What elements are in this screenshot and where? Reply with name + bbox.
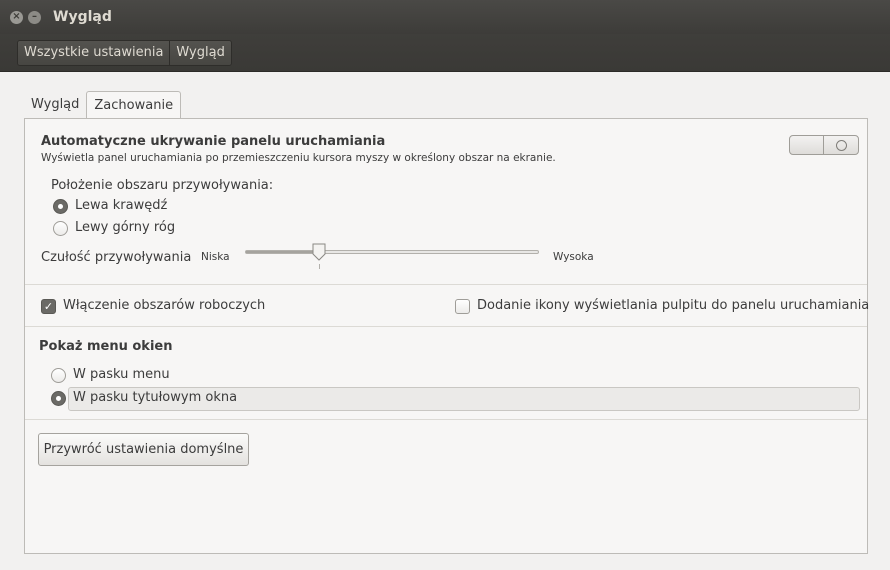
sensitivity-label: Czułość przywoływania <box>41 250 192 265</box>
autohide-switch[interactable] <box>789 135 859 155</box>
breadcrumb-all-settings[interactable]: Wszystkie ustawienia <box>18 40 170 65</box>
switch-off-icon <box>823 136 858 154</box>
slider-mark <box>319 264 320 269</box>
radio-title-bar-label[interactable]: W pasku tytułowym okna <box>73 390 237 405</box>
window-menus-title: Pokaż menu okien <box>39 339 173 354</box>
radio-menu-bar-label[interactable]: W pasku menu <box>73 367 170 382</box>
radio-title-bar[interactable] <box>51 391 66 406</box>
workspaces-label[interactable]: Włączenie obszarów roboczych <box>63 298 265 313</box>
desktop-icon-checkbox[interactable] <box>455 299 470 314</box>
autohide-title: Automatyczne ukrywanie panelu uruchamian… <box>41 134 386 149</box>
divider <box>25 326 867 327</box>
radio-top-left-corner[interactable] <box>53 221 68 236</box>
slider-handle-icon[interactable] <box>312 243 326 261</box>
breadcrumb-appearance[interactable]: Wygląd <box>169 40 231 65</box>
radio-left-edge-label[interactable]: Lewa krawędź <box>75 198 167 213</box>
tab-appearance[interactable]: Wygląd <box>24 91 86 118</box>
sensitivity-high-label: Wysoka <box>553 251 594 263</box>
desktop-icon-label[interactable]: Dodanie ikony wyświetlania pulpitu do pa… <box>477 298 869 313</box>
slider-fill <box>246 251 320 253</box>
radio-menu-bar[interactable] <box>51 368 66 383</box>
close-icon[interactable]: × <box>10 10 23 24</box>
tab-behavior[interactable]: Zachowanie <box>86 91 182 119</box>
window-titlebar: × – Wygląd <box>0 0 890 34</box>
breadcrumb: Wszystkie ustawienia Wygląd <box>17 39 232 66</box>
window-title: Wygląd <box>53 9 112 25</box>
reveal-location-label: Położenie obszaru przywoływania: <box>51 178 274 193</box>
tab-bar: Wygląd Zachowanie <box>24 91 182 119</box>
sensitivity-low-label: Niska <box>201 251 230 263</box>
settings-panel: Automatyczne ukrywanie panelu uruchamian… <box>24 118 869 554</box>
minimize-icon[interactable]: – <box>28 10 41 24</box>
restore-defaults-button[interactable]: Przywróć ustawienia domyślne <box>38 433 249 466</box>
divider <box>25 419 867 420</box>
radio-top-left-corner-label[interactable]: Lewy górny róg <box>75 220 175 235</box>
divider <box>25 284 867 285</box>
radio-left-edge[interactable] <box>53 199 68 214</box>
sensitivity-slider[interactable] <box>245 250 539 254</box>
workspaces-checkbox[interactable]: ✓ <box>41 299 56 314</box>
autohide-description: Wyświetla panel uruchamiania po przemies… <box>41 152 556 164</box>
breadcrumb-toolbar: Wszystkie ustawienia Wygląd <box>0 34 890 72</box>
